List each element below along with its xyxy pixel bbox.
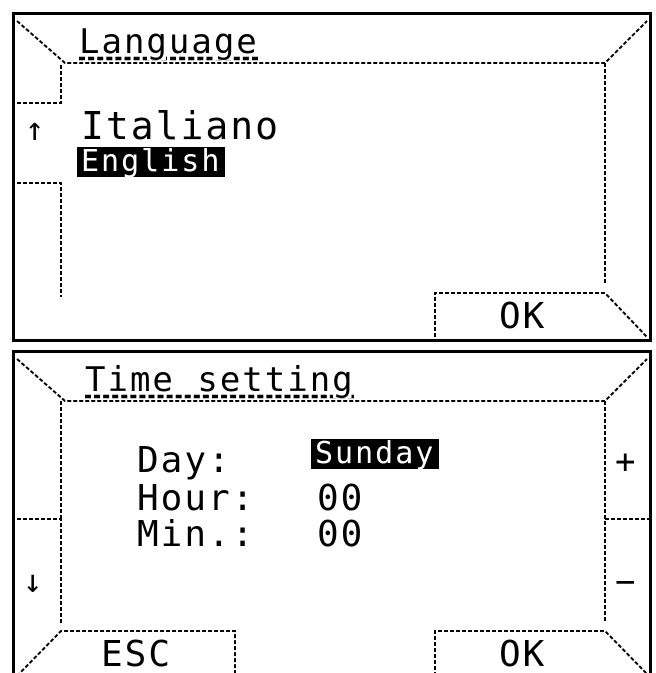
time-setting-screen: Time setting Day: Sunday Hour: 00 Min.: … xyxy=(12,350,652,673)
language-screen: Language ↑ Italiano English OK xyxy=(12,12,652,342)
day-value-selected[interactable]: Sunday xyxy=(311,439,440,469)
page-title: Language xyxy=(79,22,259,62)
page-title: Time setting xyxy=(85,360,355,400)
up-arrow-icon[interactable]: ↑ xyxy=(25,113,46,145)
language-option-english-selected[interactable]: English xyxy=(77,147,226,177)
language-option-italiano[interactable]: Italiano xyxy=(81,107,280,145)
esc-button[interactable]: ESC xyxy=(101,637,172,673)
minus-button[interactable]: − xyxy=(615,565,637,599)
min-value[interactable]: 00 xyxy=(317,517,364,553)
ok-button[interactable]: OK xyxy=(499,637,546,673)
min-label: Min.: xyxy=(137,514,256,555)
day-label: Day: xyxy=(137,440,232,481)
plus-button[interactable]: + xyxy=(615,445,637,479)
hour-value[interactable]: 00 xyxy=(317,481,364,517)
ok-button[interactable]: OK xyxy=(499,299,546,335)
hour-label: Hour: xyxy=(137,478,256,519)
down-arrow-icon[interactable]: ↓ xyxy=(23,565,44,597)
